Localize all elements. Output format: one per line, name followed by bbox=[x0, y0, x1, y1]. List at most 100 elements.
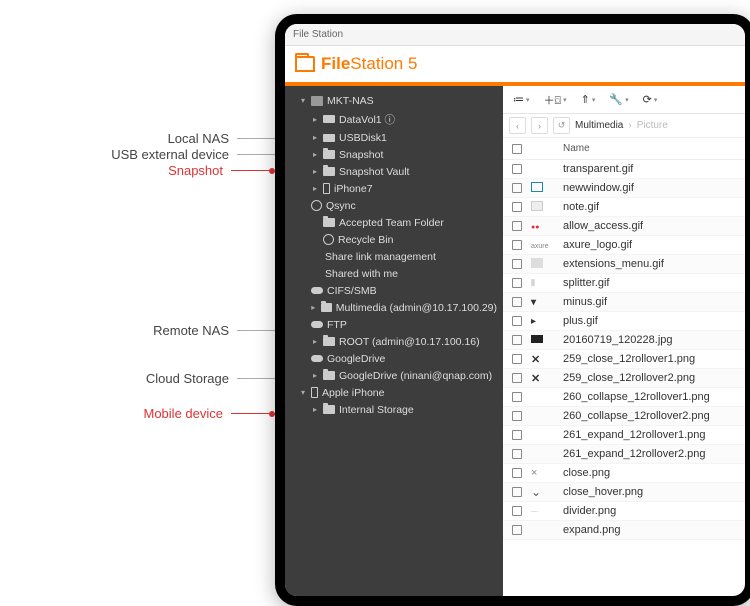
expand-icon[interactable]: ▾ bbox=[299, 389, 307, 397]
tree-item[interactable]: ▸ROOT (admin@10.17.100.16) bbox=[285, 333, 503, 350]
sidebar-tree[interactable]: ▾MKT-NAS ▸ DataVol1 ⓘ ▸USBDisk1▸Snapshot▸Sn… bbox=[285, 86, 503, 596]
expand-icon[interactable] bbox=[311, 219, 319, 227]
file-type-icon bbox=[531, 258, 559, 271]
file-row[interactable]: extensions_menu.gif bbox=[503, 255, 745, 274]
file-row[interactable]: ⌄close_hover.png bbox=[503, 483, 745, 502]
tree-item-label: Apple iPhone bbox=[322, 387, 384, 399]
expand-icon[interactable] bbox=[299, 253, 307, 261]
tree-item[interactable]: Share link management bbox=[285, 248, 503, 265]
file-row[interactable]: 260_collapse_12rollover1.png bbox=[503, 388, 745, 407]
nav-refresh-button[interactable]: ↺ bbox=[553, 117, 570, 134]
file-row[interactable]: ●●allow_access.gif bbox=[503, 217, 745, 236]
more-button[interactable]: ⟳▾ bbox=[641, 91, 660, 108]
row-checkbox[interactable] bbox=[512, 468, 522, 478]
tree-item[interactable]: ▾MKT-NAS bbox=[285, 92, 503, 109]
tree-item[interactable]: ▸iPhone7 bbox=[285, 180, 503, 197]
column-name[interactable]: Name bbox=[559, 143, 745, 154]
expand-icon[interactable]: ▾ bbox=[299, 97, 307, 105]
expand-icon[interactable] bbox=[299, 321, 307, 329]
tree-item[interactable]: Accepted Team Folder bbox=[285, 214, 503, 231]
row-checkbox[interactable] bbox=[512, 430, 522, 440]
tree-item[interactable]: ▸Snapshot bbox=[285, 146, 503, 163]
tree-item[interactable]: CIFS/SMB bbox=[285, 282, 503, 299]
tree-item[interactable]: ▸Snapshot Vault bbox=[285, 163, 503, 180]
expand-icon[interactable]: ▸ bbox=[311, 168, 319, 176]
file-row[interactable]: 261_expand_12rollover1.png bbox=[503, 426, 745, 445]
row-checkbox[interactable] bbox=[512, 183, 522, 193]
row-checkbox[interactable] bbox=[512, 525, 522, 535]
row-checkbox[interactable] bbox=[512, 354, 522, 364]
row-checkbox[interactable] bbox=[512, 487, 522, 497]
row-checkbox[interactable] bbox=[512, 221, 522, 231]
tree-item[interactable]: ▸USBDisk1 bbox=[285, 129, 503, 146]
file-row[interactable]: ┈┈divider.png bbox=[503, 502, 745, 521]
select-all-checkbox[interactable] bbox=[512, 144, 522, 154]
file-row[interactable]: ▸plus.gif bbox=[503, 312, 745, 331]
tree-item[interactable]: ▸Multimedia (admin@10.17.100.29) bbox=[285, 299, 503, 316]
upload-button[interactable]: ⇑▾ bbox=[579, 91, 598, 108]
drive-icon bbox=[323, 134, 335, 142]
tree-item-label: DataVol1 ⓘ bbox=[339, 112, 395, 127]
expand-icon[interactable]: ▸ bbox=[311, 134, 319, 142]
breadcrumb-item[interactable]: Picture bbox=[637, 120, 668, 131]
file-row[interactable]: ▾minus.gif bbox=[503, 293, 745, 312]
file-name: 260_collapse_12rollover1.png bbox=[559, 391, 745, 403]
file-row[interactable]: ⦀splitter.gif bbox=[503, 274, 745, 293]
row-checkbox[interactable] bbox=[512, 202, 522, 212]
file-row[interactable]: note.gif bbox=[503, 198, 745, 217]
file-row[interactable]: 261_expand_12rollover2.png bbox=[503, 445, 745, 464]
expand-icon[interactable] bbox=[299, 355, 307, 363]
row-checkbox[interactable] bbox=[512, 297, 522, 307]
expand-icon[interactable]: ▸ bbox=[311, 338, 319, 346]
file-name: 259_close_12rollover2.png bbox=[559, 372, 745, 384]
tree-item[interactable]: ▸GoogleDrive (ninani@qnap.com) bbox=[285, 367, 503, 384]
tree-item[interactable]: FTP bbox=[285, 316, 503, 333]
row-checkbox[interactable] bbox=[512, 240, 522, 250]
breadcrumb-item[interactable]: Multimedia bbox=[575, 120, 623, 131]
row-checkbox[interactable] bbox=[512, 449, 522, 459]
row-checkbox[interactable] bbox=[512, 506, 522, 516]
tree-item[interactable]: ▸ DataVol1 ⓘ bbox=[285, 109, 503, 129]
file-row[interactable]: ×close.png bbox=[503, 464, 745, 483]
file-list[interactable]: transparent.gifnewwindow.gifnote.gif●●al… bbox=[503, 160, 745, 596]
file-row[interactable]: 20160719_120228.jpg bbox=[503, 331, 745, 350]
row-checkbox[interactable] bbox=[512, 335, 522, 345]
row-checkbox[interactable] bbox=[512, 164, 522, 174]
row-checkbox[interactable] bbox=[512, 259, 522, 269]
expand-icon[interactable]: ▸ bbox=[311, 185, 319, 193]
file-row[interactable]: transparent.gif bbox=[503, 160, 745, 179]
add-button[interactable]: ＋⌼▾ bbox=[542, 90, 569, 110]
file-row[interactable]: axureaxure_logo.gif bbox=[503, 236, 745, 255]
expand-icon[interactable]: ▸ bbox=[311, 406, 319, 414]
file-row[interactable]: ✕259_close_12rollover1.png bbox=[503, 350, 745, 369]
expand-icon[interactable]: ▸ bbox=[311, 115, 319, 123]
nav-forward-button[interactable]: › bbox=[531, 117, 548, 134]
row-checkbox[interactable] bbox=[512, 373, 522, 383]
row-checkbox[interactable] bbox=[512, 392, 522, 402]
file-row[interactable]: 260_collapse_12rollover2.png bbox=[503, 407, 745, 426]
expand-icon[interactable]: ▸ bbox=[311, 151, 319, 159]
tree-item[interactable]: Qsync bbox=[285, 197, 503, 214]
expand-icon[interactable] bbox=[311, 236, 319, 244]
expand-icon[interactable]: ▸ bbox=[311, 372, 319, 380]
tree-item[interactable]: GoogleDrive bbox=[285, 350, 503, 367]
view-mode-button[interactable]: ≔▾ bbox=[511, 91, 532, 108]
nav-back-button[interactable]: ‹ bbox=[509, 117, 526, 134]
tree-item[interactable]: ▸Internal Storage bbox=[285, 401, 503, 418]
callouts-layer: Local NASUSB external deviceSnapshotRemo… bbox=[0, 0, 275, 600]
expand-icon[interactable] bbox=[299, 270, 307, 278]
tree-item[interactable]: Recycle Bin bbox=[285, 231, 503, 248]
tools-button[interactable]: 🔧▾ bbox=[607, 91, 630, 108]
expand-icon[interactable] bbox=[299, 287, 307, 295]
file-row[interactable]: ✕259_close_12rollover2.png bbox=[503, 369, 745, 388]
row-checkbox[interactable] bbox=[512, 411, 522, 421]
tree-item[interactable]: ▾ Apple iPhone bbox=[285, 384, 503, 401]
file-row[interactable]: expand.png bbox=[503, 521, 745, 540]
tree-item[interactable]: Shared with me bbox=[285, 265, 503, 282]
row-checkbox[interactable] bbox=[512, 278, 522, 288]
expand-icon[interactable] bbox=[299, 202, 307, 210]
row-checkbox[interactable] bbox=[512, 316, 522, 326]
file-row[interactable]: newwindow.gif bbox=[503, 179, 745, 198]
file-type-icon: ┈┈ bbox=[531, 505, 559, 517]
expand-icon[interactable]: ▸ bbox=[310, 304, 317, 312]
